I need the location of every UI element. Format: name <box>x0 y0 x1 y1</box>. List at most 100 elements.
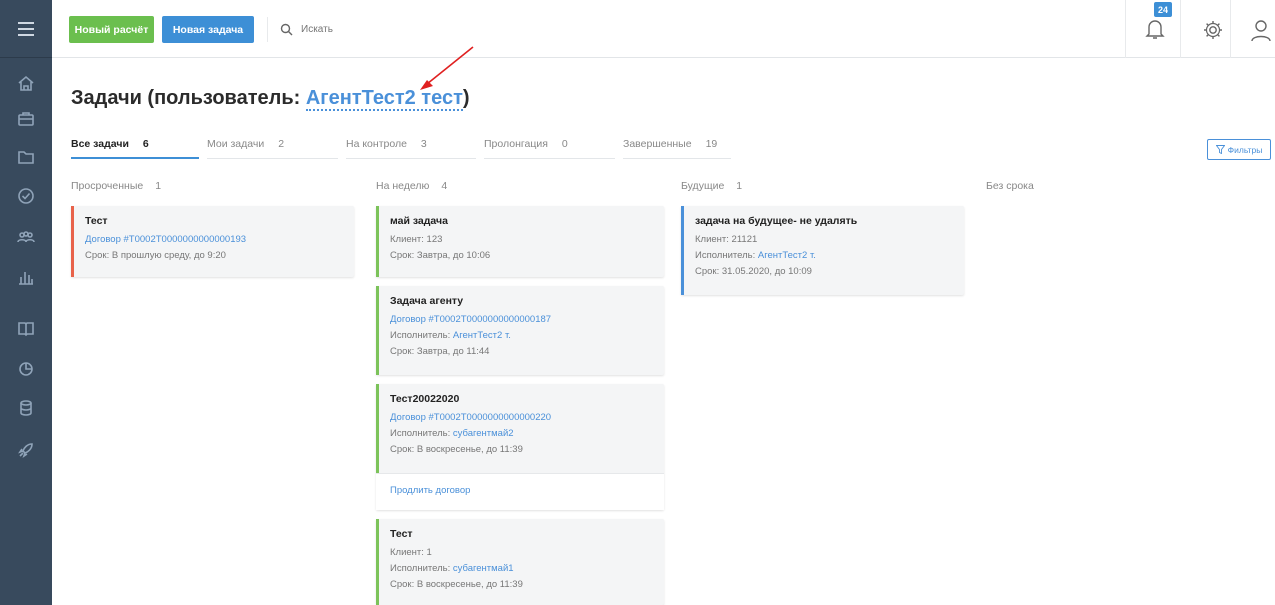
executor-link[interactable]: АгентТест2 т. <box>453 330 511 341</box>
sidebar-item-home[interactable] <box>0 64 52 102</box>
column-label: Без срока <box>986 180 1034 192</box>
executor-link[interactable]: субагентмай2 <box>453 428 514 439</box>
filters-label: Фильтры <box>1227 144 1263 155</box>
sidebar-item-documents[interactable] <box>0 138 52 176</box>
client: Клиент: 1 <box>390 547 432 558</box>
sidebar-item-clients[interactable] <box>0 218 52 256</box>
task-card[interactable]: Тест20022020 Договор #Т0002Т000000000000… <box>376 384 664 510</box>
search-icon <box>280 23 293 36</box>
executor-row: Исполнитель: АгентТест2 т. <box>695 250 952 261</box>
tab-count: 2 <box>278 138 285 150</box>
page-title-suffix: ) <box>462 87 470 109</box>
executor-label: Исполнитель: <box>390 428 453 439</box>
rocket-icon <box>18 443 33 458</box>
contract-link[interactable]: Договор #Т0002Т0000000000000220 <box>390 412 652 423</box>
tab-count: 19 <box>705 138 718 150</box>
tab-label: Пролонгация <box>484 138 548 150</box>
executor-label: Исполнитель: <box>695 250 758 261</box>
briefcase-icon <box>18 112 34 126</box>
divider <box>1180 0 1181 58</box>
card-status-bar <box>71 206 74 277</box>
tab-count: 6 <box>142 138 149 150</box>
tab-completed[interactable]: Завершенные 19 <box>623 131 731 159</box>
tab-count: 3 <box>420 138 427 150</box>
card-title: задача на будущее- не удалять <box>695 215 858 227</box>
tab-all-tasks[interactable]: Все задачи 6 <box>71 131 199 159</box>
executor-label: Исполнитель: <box>390 330 453 341</box>
new-task-button[interactable]: Новая задача <box>162 16 254 43</box>
filters-button[interactable]: Фильтры <box>1207 139 1271 160</box>
executor-label: Исполнитель: <box>390 563 453 574</box>
home-icon <box>18 75 34 91</box>
app-root: Новый расчёт Новая задача 24 Задачи (пол… <box>0 0 1275 605</box>
tab-label: На контроле <box>346 138 407 150</box>
users-icon <box>17 231 35 243</box>
due-date: Срок: В воскресенье, до 11:39 <box>390 579 523 590</box>
user-icon[interactable] <box>1250 18 1272 42</box>
executor-row: Исполнитель: АгентТест2 т. <box>390 330 652 341</box>
pie-chart-icon <box>19 362 33 376</box>
page-title: Задачи (пользователь: АгентТест2 тест) <box>71 87 470 111</box>
new-calculation-button[interactable]: Новый расчёт <box>69 16 154 43</box>
sidebar-item-reports[interactable] <box>0 258 52 296</box>
task-tabs: Все задачи 6 Мои задачи 2 На контроле 3 Про… <box>71 131 741 159</box>
card-title: Задача агенту <box>390 295 464 307</box>
executor-row: Исполнитель: субагентмай2 <box>390 428 652 439</box>
bell-icon[interactable] <box>1144 17 1166 41</box>
client: Клиент: 21121 <box>695 234 758 245</box>
tab-label: Мои задачи <box>207 138 265 150</box>
sidebar <box>0 0 52 605</box>
executor-link[interactable]: субагентмай1 <box>453 563 514 574</box>
tab-label: Завершенные <box>623 138 692 150</box>
tab-my-tasks[interactable]: Мои задачи 2 <box>207 131 338 159</box>
card-title: Тест <box>390 528 413 540</box>
gear-icon[interactable] <box>1202 19 1224 41</box>
search-input[interactable] <box>301 24 471 35</box>
task-card[interactable]: Тест Клиент: 1 Исполнитель: субагентмай1… <box>376 519 664 605</box>
card-status-bar <box>376 206 379 277</box>
page-title-prefix: Задачи (пользователь: <box>71 87 306 109</box>
tab-prolongation[interactable]: Пролонгация 0 <box>484 131 615 159</box>
executor-link[interactable]: АгентТест2 т. <box>758 250 816 261</box>
due-date: Срок: 31.05.2020, до 10:09 <box>695 266 812 277</box>
task-card[interactable]: май задача Клиент: 123 Срок: Завтра, до … <box>376 206 664 277</box>
column-count: 4 <box>441 180 448 192</box>
column-count: 1 <box>155 180 162 192</box>
sidebar-item-library[interactable] <box>0 309 52 347</box>
card-status-bar <box>376 384 379 473</box>
due-date: Срок: Завтра, до 10:06 <box>390 250 491 261</box>
column-label: Просроченные <box>71 180 144 192</box>
card-status-bar <box>681 206 684 295</box>
task-card[interactable]: Задача агенту Договор #Т0002Т00000000000… <box>376 286 664 375</box>
chart-icon <box>19 272 33 285</box>
user-name-link[interactable]: АгентТест2 тест <box>305 87 463 111</box>
check-circle-icon <box>18 188 34 204</box>
tab-count: 0 <box>561 138 568 150</box>
task-card[interactable]: задача на будущее- не удалять Клиент: 21… <box>681 206 964 295</box>
task-card[interactable]: Тест Договор #Т0002Т0000000000000193 Сро… <box>71 206 354 277</box>
contract-link[interactable]: Договор #Т0002Т0000000000000193 <box>85 234 342 245</box>
menu-icon <box>18 21 34 36</box>
notifications-badge: 24 <box>1154 2 1172 17</box>
sidebar-item-analytics[interactable] <box>0 349 52 387</box>
tab-label: Все задачи <box>71 138 129 150</box>
due-date: Срок: В воскресенье, до 11:39 <box>390 444 523 455</box>
column-label: Будущие <box>681 180 725 192</box>
sidebar-item-database[interactable] <box>0 389 52 427</box>
sidebar-item-tasks[interactable] <box>0 177 52 215</box>
divider <box>1230 0 1231 58</box>
funnel-icon <box>1215 145 1225 154</box>
sidebar-item-policies[interactable] <box>0 100 52 138</box>
contract-link[interactable]: Договор #Т0002Т0000000000000187 <box>390 314 652 325</box>
sidebar-item-tools[interactable] <box>0 431 52 469</box>
card-status-bar <box>376 286 379 375</box>
top-bar: Новый расчёт Новая задача 24 <box>52 0 1275 58</box>
column-header-overdue: Просроченные 1 <box>71 180 161 192</box>
column-count: 1 <box>736 180 743 192</box>
menu-button[interactable] <box>0 0 52 58</box>
card-status-bar <box>376 519 379 605</box>
column-header-week: На неделю 4 <box>376 180 447 192</box>
search-box[interactable] <box>267 17 487 42</box>
extend-contract-link[interactable]: Продлить договор <box>376 473 664 510</box>
tab-on-control[interactable]: На контроле 3 <box>346 131 476 159</box>
